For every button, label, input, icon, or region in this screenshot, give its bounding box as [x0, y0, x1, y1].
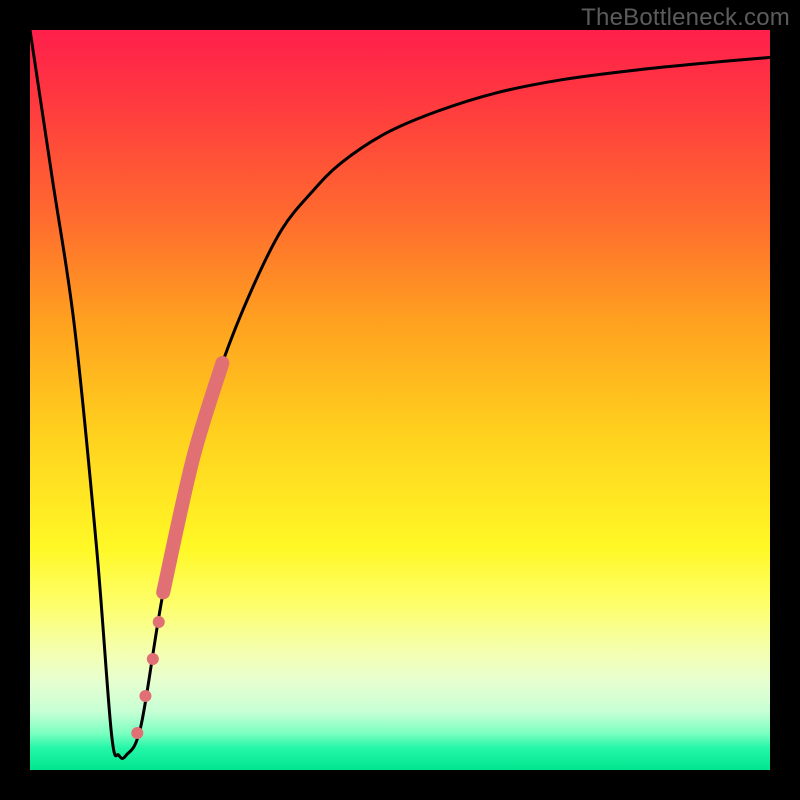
highlight-dot [131, 727, 143, 739]
highlight-dot [153, 616, 165, 628]
highlight-dot [139, 690, 151, 702]
chart-svg [30, 30, 770, 770]
highlight-band [163, 363, 222, 592]
chart-frame: TheBottleneck.com [0, 0, 800, 800]
bottleneck-curve [30, 30, 770, 758]
highlight-dot [147, 653, 159, 665]
watermark-text: TheBottleneck.com [581, 4, 790, 32]
plot-area [30, 30, 770, 770]
